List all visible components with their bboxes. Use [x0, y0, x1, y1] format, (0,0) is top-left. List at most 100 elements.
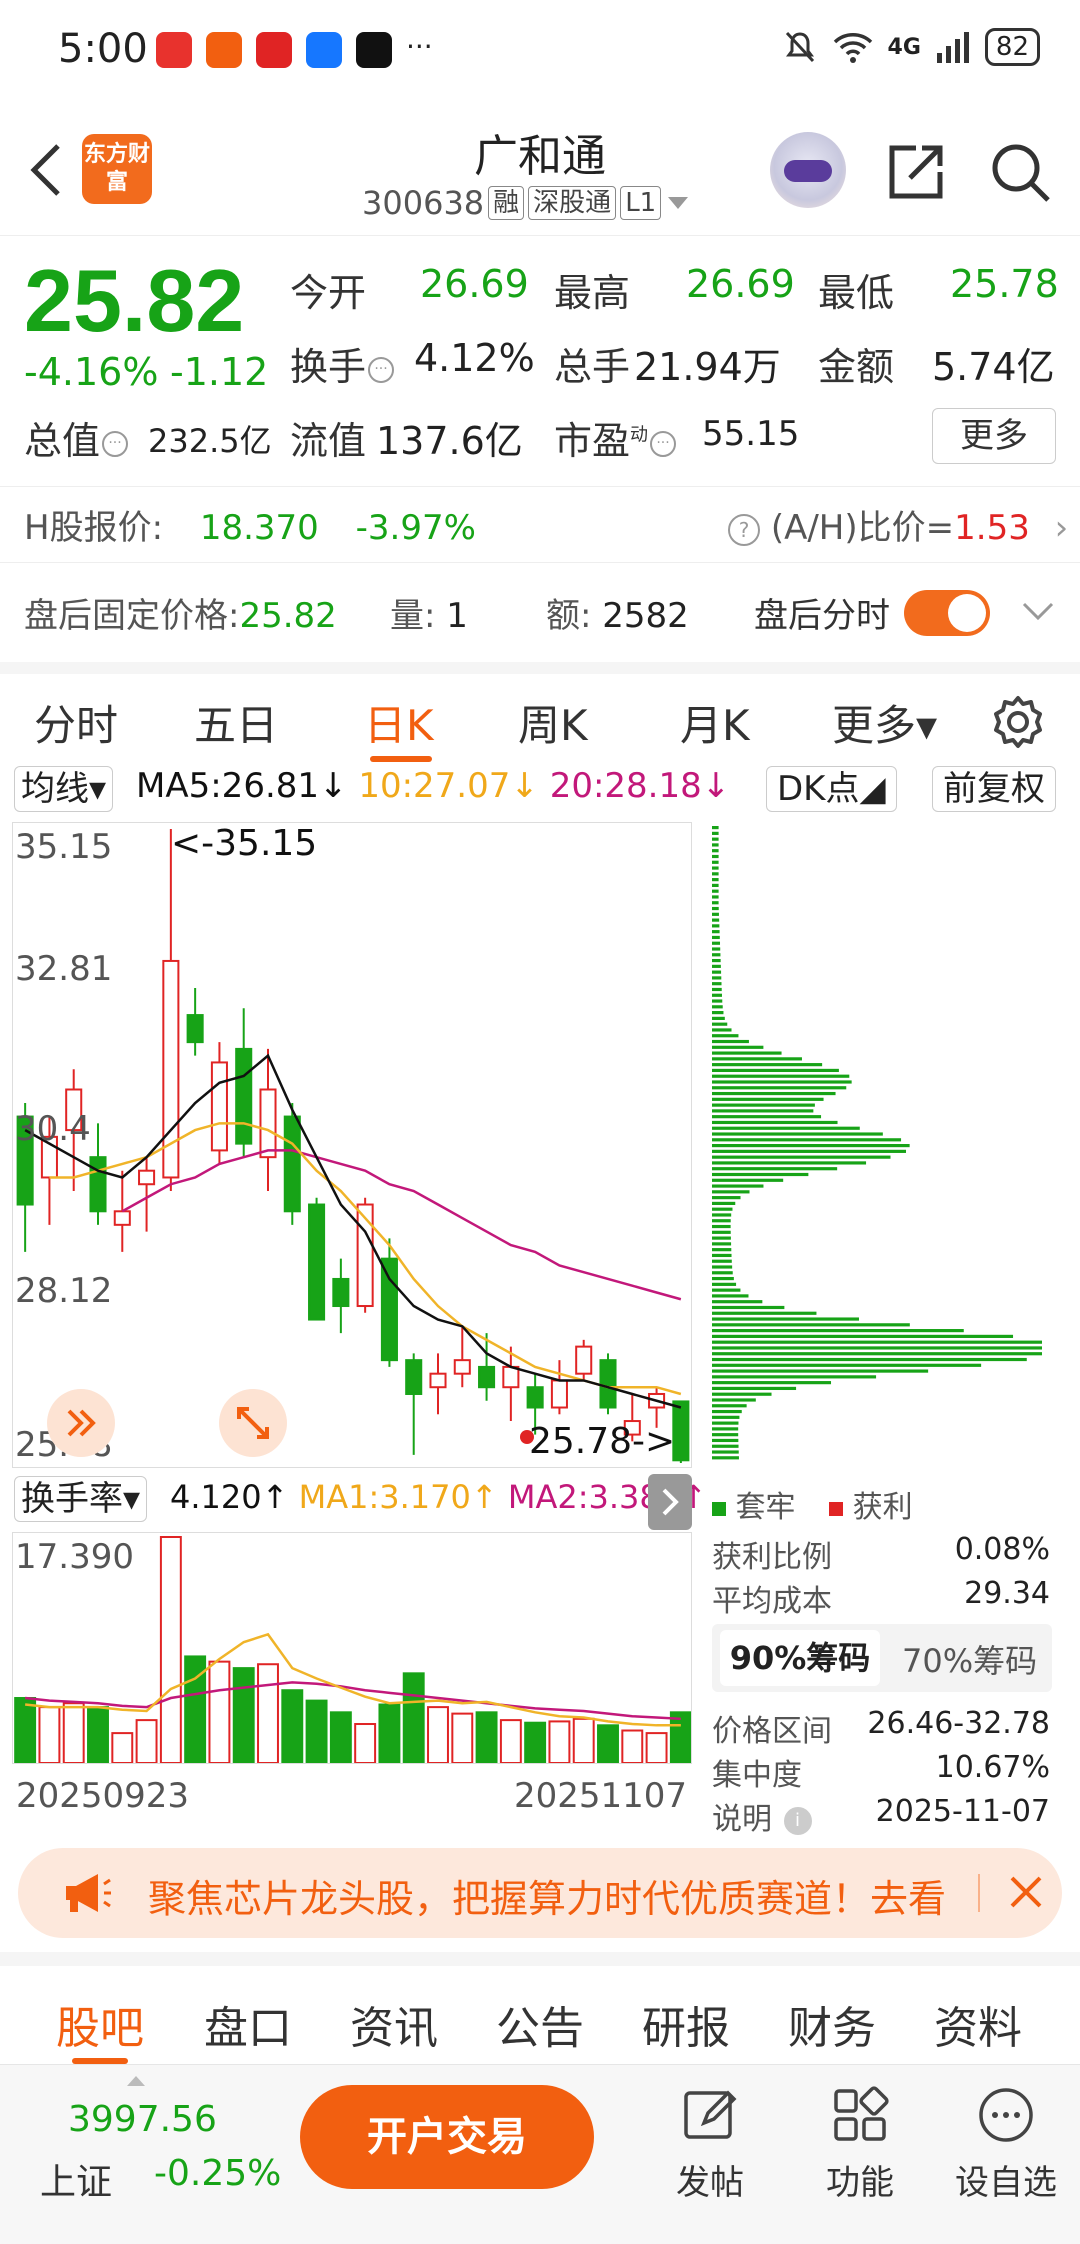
chip-bar [712, 1236, 731, 1240]
chip-bar [712, 924, 720, 928]
search-icon[interactable] [988, 140, 1052, 204]
tab-daily-k[interactable]: 日K [364, 692, 434, 753]
index-change: -0.25% [154, 2153, 282, 2194]
ma20-line [121, 1149, 682, 1301]
y-axis-label: 30.4 [15, 1109, 91, 1149]
chip-bar [712, 1138, 902, 1142]
chip-bar [712, 1438, 739, 1443]
chip-bar [712, 1115, 822, 1119]
functions-button[interactable]: 功能 [800, 2085, 920, 2204]
tab-financials[interactable]: 财务 [788, 1992, 876, 2056]
chip-bar [712, 1300, 763, 1304]
info-icon: i [783, 1806, 812, 1835]
chip-bar [712, 953, 721, 957]
ai-assistant-icon[interactable] [770, 132, 846, 208]
tab-monthly-k[interactable]: 月K [680, 692, 750, 753]
chip-bar [712, 1346, 1042, 1350]
chip-bar [712, 1230, 731, 1234]
indicator-selector[interactable]: 均线▾ [14, 766, 114, 812]
more-quote-button[interactable]: 更多 [932, 408, 1056, 464]
profit-label: 获利 [852, 1490, 913, 1525]
divider [978, 1874, 980, 1912]
volume-label: 总手 [554, 345, 631, 389]
chip-bar [712, 1172, 809, 1177]
turnover-bar [38, 1706, 61, 1763]
chip-bar [712, 1282, 737, 1286]
candle-up [138, 1169, 156, 1186]
candle-down [283, 1115, 301, 1213]
turnover-value: 4.12% [414, 336, 535, 380]
tab-intraday[interactable]: 分时 [34, 692, 118, 753]
turnover-bar [281, 1689, 304, 1763]
chip-bar [712, 1450, 739, 1454]
collapse-panel-button[interactable] [648, 1474, 692, 1530]
tab-90-chips[interactable]: 90%筹码 [720, 1630, 880, 1686]
profit-ratio-value: 0.08% [954, 1532, 1050, 1567]
turnover-bar [669, 1711, 691, 1763]
chip-bar [712, 1323, 910, 1327]
volume-value: 21.94万 [634, 345, 781, 389]
info-icon[interactable]: ··· [102, 430, 129, 457]
hshare-row[interactable]: H股报价: 18.370 -3.97% [24, 500, 476, 549]
tab-profile[interactable]: 资料 [934, 1992, 1022, 2056]
period-tabs: 分时 五日 日K 周K 月K 更多▾ [0, 662, 1080, 762]
turnover-bar [645, 1732, 668, 1763]
expand-panel-button[interactable] [47, 1389, 115, 1457]
tab-research[interactable]: 研报 [642, 1992, 730, 2056]
note-date: 2025-11-07 [875, 1794, 1050, 1829]
open-account-trade-button[interactable]: 开户交易 [300, 2085, 594, 2189]
chip-bar [712, 1398, 756, 1402]
mktcap-value: 232.5亿 [148, 422, 272, 460]
adjust-price-button[interactable]: 前复权 [932, 766, 1056, 812]
ah-ratio[interactable]: ? (A/H)比价=1.53 › [726, 500, 1068, 549]
kline-chart[interactable]: 35.15 32.81 30.4 28.12 25.78 <-35.15 25.… [12, 822, 692, 1468]
margin-tag: 融 [488, 186, 525, 220]
chip-bar [712, 1103, 815, 1107]
chip-bar [712, 1167, 838, 1171]
chip-distribution-chart[interactable] [708, 822, 1058, 1468]
turnover-bar [354, 1723, 377, 1763]
chip-bar [712, 1242, 732, 1246]
tab-news[interactable]: 资讯 [350, 1992, 438, 2056]
gear-icon[interactable] [990, 694, 1046, 750]
turnover-bar [475, 1711, 498, 1763]
note-label[interactable]: 说明 i [712, 1794, 812, 1838]
share-icon[interactable] [886, 140, 948, 202]
caret-up-icon[interactable] [126, 2075, 146, 2087]
fullscreen-button[interactable] [219, 1389, 287, 1457]
turnover-values: 4.120↑ MA1:3.170↑ MA2:3.380↑ [170, 1478, 707, 1522]
candle-down [186, 1014, 204, 1044]
promo-banner[interactable]: 聚焦芯片龙头股，把握算力时代优质赛道！去看 [18, 1848, 1062, 1938]
afterhours-toggle[interactable] [904, 590, 990, 636]
chip-bar [712, 1144, 910, 1148]
post-button[interactable]: 发帖 [650, 2085, 770, 2204]
add-watchlist-button[interactable]: 设自选 [946, 2085, 1066, 2204]
info-icon[interactable]: ··· [368, 356, 395, 383]
chip-bar [712, 1126, 860, 1130]
active-tab-indicator [370, 756, 432, 762]
tab-five-day[interactable]: 五日 [194, 692, 278, 753]
chip-bar [712, 935, 720, 940]
tab-orderbook[interactable]: 盘口 [204, 1992, 292, 2056]
hshare-price: 18.370 [199, 508, 319, 548]
high-label: 最高 [554, 271, 631, 315]
chevron-down-icon[interactable] [1020, 598, 1056, 626]
stock-code-row[interactable]: 300638 融 深股通 L1 [362, 184, 691, 222]
turnover-chart[interactable]: 17.390 [12, 1532, 692, 1764]
chip-bar [712, 1276, 734, 1281]
tab-more[interactable]: 更多▾ [832, 692, 937, 753]
dk-point-button[interactable]: DK点◢ [766, 766, 897, 812]
sub-indicator-selector[interactable]: 换手率▾ [14, 1476, 148, 1522]
tab-forum[interactable]: 股吧 [56, 1992, 144, 2056]
more-notifications: ··· [406, 30, 433, 63]
chip-bar [712, 1091, 836, 1096]
close-icon[interactable] [1006, 1872, 1046, 1912]
watchlist-label: 设自选 [955, 2163, 1057, 2203]
chip-bar [712, 843, 719, 847]
info-icon[interactable]: ··· [650, 430, 677, 457]
tab-announcements[interactable]: 公告 [496, 1992, 584, 2056]
status-time: 5:00 [58, 26, 148, 72]
tab-70-chips[interactable]: 70%筹码 [902, 1636, 1037, 1682]
chip-bar [712, 976, 722, 980]
tab-weekly-k[interactable]: 周K [518, 692, 588, 753]
